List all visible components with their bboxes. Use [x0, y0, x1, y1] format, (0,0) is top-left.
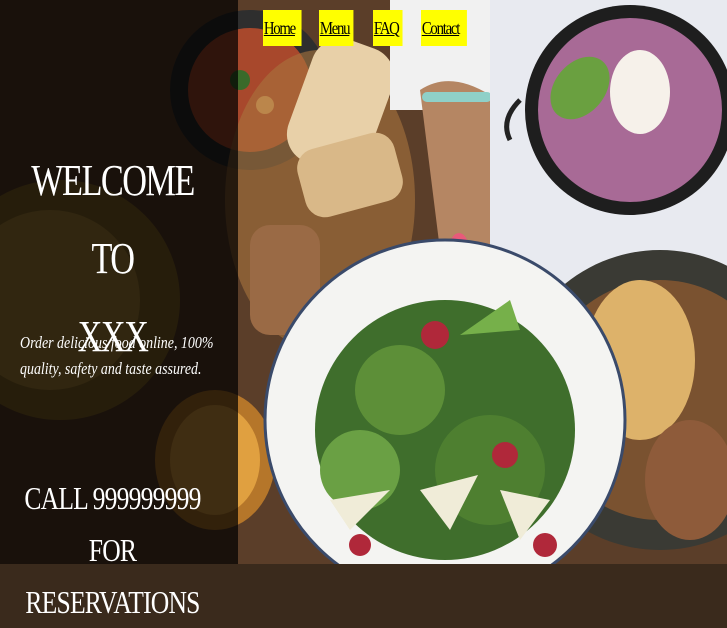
- welcome-line-1: WELCOME TO: [31, 156, 195, 283]
- hero-overlay-panel: WELCOME TO XXX Order delicious food onli…: [0, 0, 238, 620]
- reservation-call-text: CALL 999999999 FOR RESERVATIONS: [23, 472, 203, 628]
- nav-link-home[interactable]: Home: [263, 10, 302, 46]
- call-line-1: CALL 999999999 FOR: [24, 480, 201, 568]
- nav-link-faq[interactable]: FAQ: [373, 10, 403, 46]
- tagline-text: Order delicious food online, 100% qualit…: [20, 333, 214, 378]
- call-line-2: RESERVATIONS: [25, 584, 200, 620]
- nav-link-contact[interactable]: Contact: [421, 10, 467, 46]
- nav-link-menu[interactable]: Menu: [319, 10, 354, 46]
